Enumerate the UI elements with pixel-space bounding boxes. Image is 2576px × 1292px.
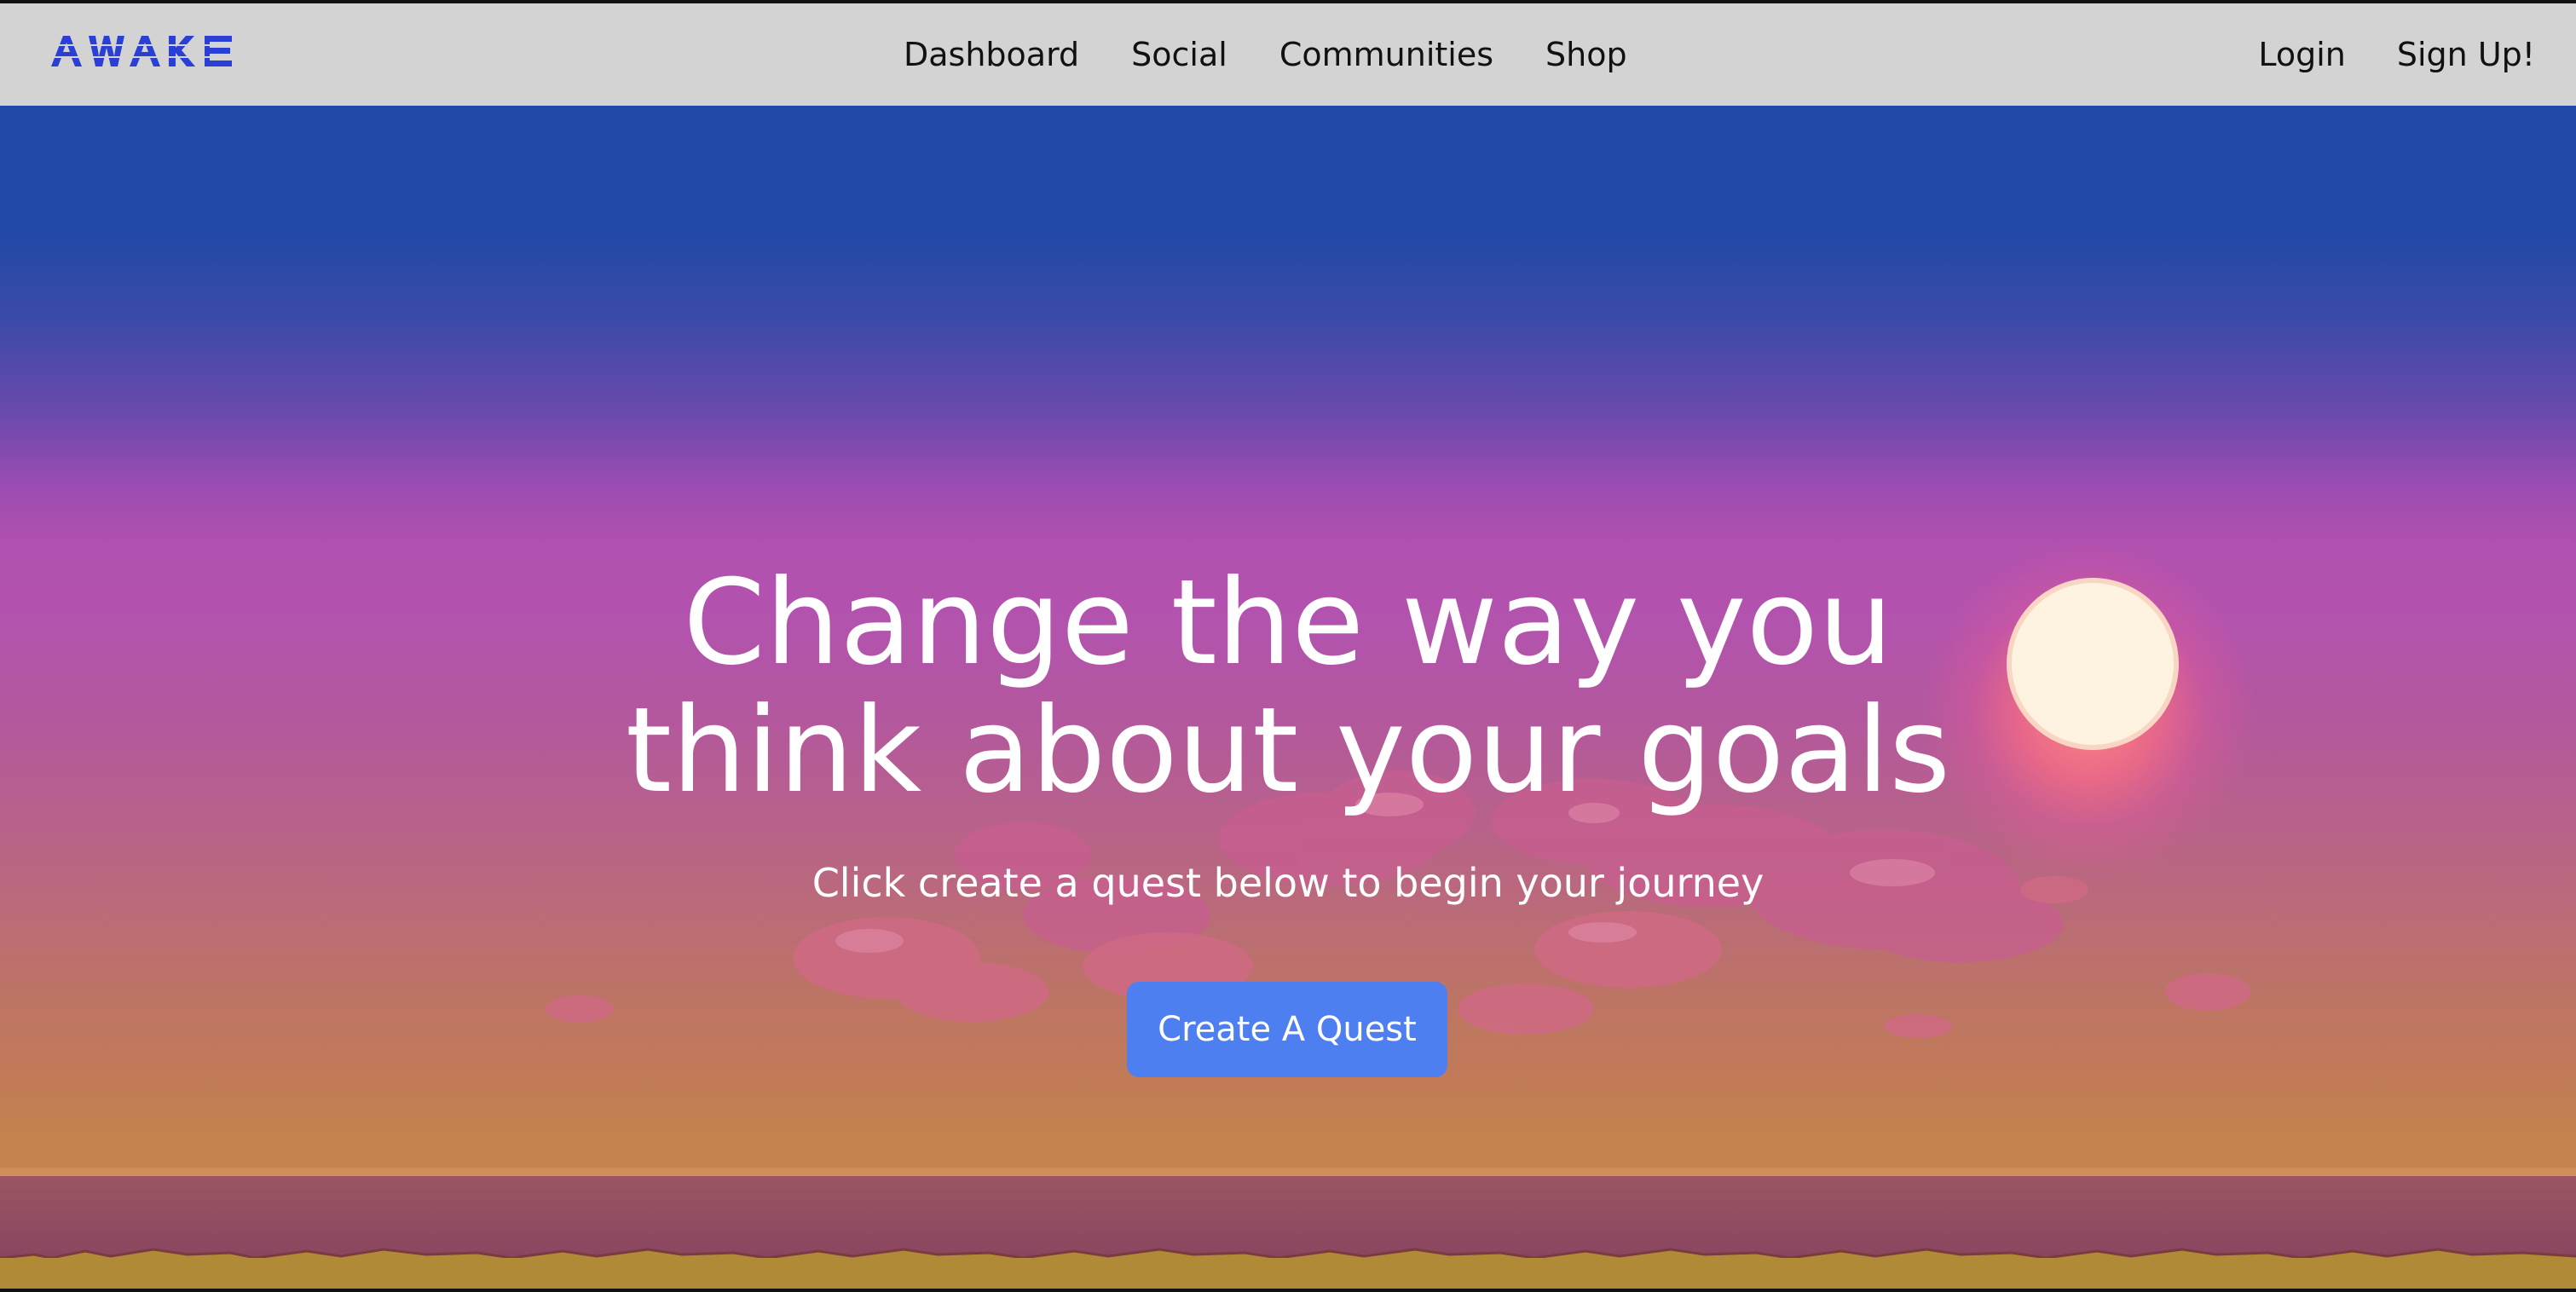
hero-section: Change the way you think about your goal… (0, 106, 2576, 1289)
nav-link-communities[interactable]: Communities (1279, 36, 1493, 73)
main-nav: Dashboard Social Communities Shop (904, 3, 1679, 106)
nav-link-shop[interactable]: Shop (1545, 36, 1627, 73)
hero-subtitle: Click create a quest below to begin your… (811, 860, 1765, 906)
browser-viewport: Dashboard Social Communities Shop Login … (0, 3, 2576, 1289)
hero-headline-line2: think about your goals (625, 682, 1951, 819)
ground-band (0, 1258, 2576, 1289)
signup-link[interactable]: Sign Up! (2397, 36, 2535, 73)
horizon-line (0, 1168, 2576, 1176)
hero-headline-line1: Change the way you (683, 554, 1893, 691)
nav-link-social[interactable]: Social (1131, 36, 1227, 73)
hero-headline: Change the way you think about your goal… (0, 559, 2576, 815)
auth-nav: Login Sign Up! (2207, 3, 2535, 106)
awake-logo[interactable] (49, 32, 251, 73)
login-link[interactable]: Login (2258, 36, 2346, 73)
create-quest-button[interactable]: Create A Quest (1127, 982, 1447, 1077)
navbar: Dashboard Social Communities Shop Login … (0, 3, 2576, 106)
awake-logo-icon (49, 36, 251, 66)
nav-link-dashboard[interactable]: Dashboard (904, 36, 1079, 73)
